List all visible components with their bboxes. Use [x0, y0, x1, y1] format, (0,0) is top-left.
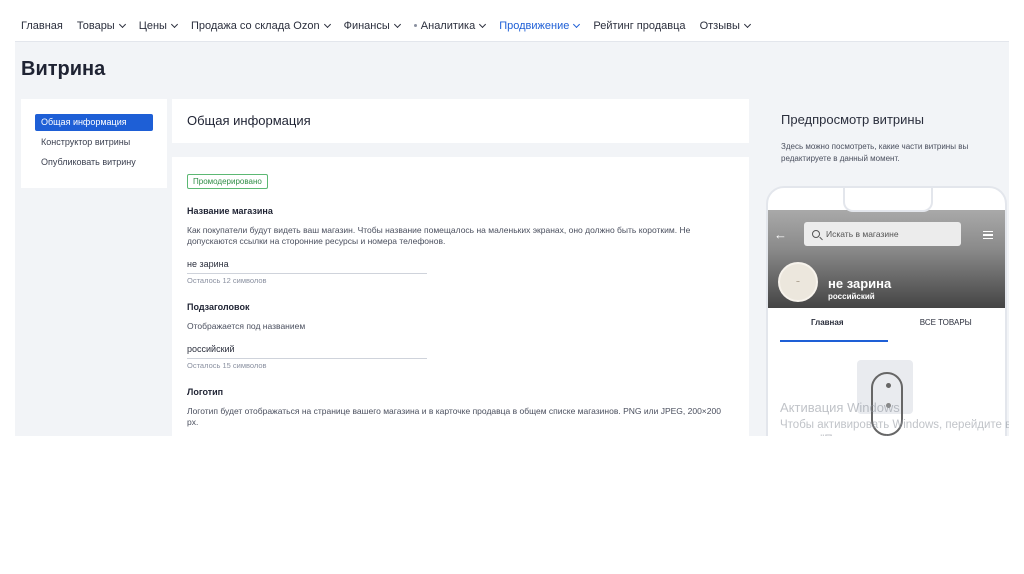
shop-logo-avatar: ~: [778, 262, 818, 302]
chevron-down-icon: [118, 20, 126, 28]
preview-description: Здесь можно посмотреть, какие части витр…: [781, 142, 969, 163]
new-dot-icon: [413, 24, 417, 27]
sidebar-item-constructor[interactable]: Конструктор витрины: [35, 134, 153, 151]
chevron-down-icon: [170, 20, 179, 28]
windows-activation-title: Активация Windows: [780, 400, 900, 415]
chevron-down-icon: [393, 20, 401, 28]
nav-item-seller-rating[interactable]: Рейтинг продавца: [593, 20, 685, 32]
preview-title: Предпросмотр витрины: [781, 112, 924, 127]
chevron-down-icon: [323, 20, 331, 28]
phone-tabs: Главная ВСЕ ТОВАРЫ: [768, 308, 1005, 342]
status-badge: Промодерировано: [187, 174, 268, 189]
section-title: Общая информация: [187, 113, 311, 128]
chevron-down-icon: [573, 20, 581, 28]
back-arrow-icon[interactable]: ←: [774, 227, 787, 242]
sidebar: Общая информация Конструктор витрины Опу…: [21, 99, 167, 188]
chevron-down-icon: [743, 20, 751, 28]
shop-name-description: Как покупатели будут видеть ваш магазин.…: [187, 225, 691, 246]
phone-shop-name: не зарина: [828, 276, 892, 291]
nav-item-analytics[interactable]: Аналитика: [413, 20, 487, 32]
phone-tab-all-products[interactable]: ВСЕ ТОВАРЫ: [887, 308, 1006, 342]
windows-activation-subtitle: Чтобы активировать Windows, перейдите в …: [780, 419, 1009, 436]
app-window: Главная Товары Цены Продажа со склада Oz…: [15, 10, 1009, 436]
nav-item-products[interactable]: Товары: [77, 20, 126, 32]
chevron-down-icon: [479, 20, 487, 28]
nav-item-prices[interactable]: Цены: [139, 20, 179, 32]
search-icon: [812, 230, 820, 238]
nav-item-finance[interactable]: Финансы: [344, 20, 401, 32]
phone-search-input[interactable]: Искать в магазине: [804, 222, 961, 246]
phone-shop-header: ← Искать в магазине ~ не зарина российск…: [768, 210, 1005, 308]
nav-item-main[interactable]: Главная: [21, 20, 63, 32]
top-navigation: Главная Товары Цены Продажа со склада Oz…: [15, 10, 1009, 42]
shop-name-input[interactable]: не зарина: [187, 257, 427, 274]
subtitle-input[interactable]: российский: [187, 342, 427, 359]
menu-icon[interactable]: [983, 231, 993, 241]
logo-label: Логотип: [187, 387, 224, 397]
active-tab-indicator: [780, 340, 888, 342]
nav-item-promotion[interactable]: Продвижение: [499, 20, 581, 32]
phone-notch: [843, 188, 933, 212]
logo-description: Логотип будет отображаться на странице в…: [187, 406, 721, 427]
section-header: Общая информация: [172, 99, 749, 143]
sidebar-item-publish[interactable]: Опубликовать витрину: [35, 154, 153, 171]
phone-search-placeholder: Искать в магазине: [826, 229, 899, 239]
shop-name-label: Название магазина: [187, 206, 273, 216]
phone-shop-subtitle: российский: [828, 292, 875, 301]
nav-item-ozon-warehouse[interactable]: Продажа со склада Ozon: [191, 20, 331, 32]
subtitle-description: Отображается под названием: [187, 321, 306, 331]
page-title: Витрина: [21, 58, 106, 80]
phone-tab-main[interactable]: Главная: [768, 308, 887, 342]
sidebar-item-general-info[interactable]: Общая информация: [35, 114, 153, 131]
nav-item-reviews[interactable]: Отзывы: [700, 20, 751, 32]
info-form: Промодерировано Название магазина Как по…: [172, 157, 749, 436]
phone-preview: ← Искать в магазине ~ не зарина российск…: [766, 186, 1007, 436]
shop-name-hint: Осталось 12 символов: [187, 276, 267, 285]
subtitle-hint: Осталось 15 символов: [187, 361, 267, 370]
subtitle-label: Подзаголовок: [187, 302, 250, 312]
